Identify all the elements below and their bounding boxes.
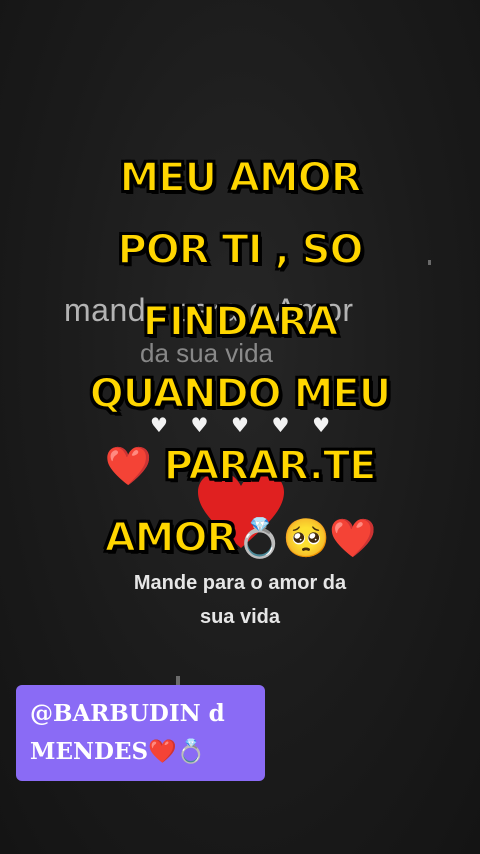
headline-line-2: POR TI , SO — [116, 226, 364, 274]
headline-line-5-text: PARAR.TE — [163, 442, 378, 490]
headline-line-6-text: AMOR — [104, 514, 239, 562]
headline-line-3: FINDARA — [142, 298, 340, 346]
send-caption-line-2: sua vida — [199, 606, 281, 628]
heart-emoji-icon: ❤️ — [328, 516, 376, 560]
send-caption: Mande para o amor da sua vida — [0, 566, 480, 634]
pleading-face-emoji-icon: 🥺 — [282, 516, 330, 560]
headline-line-6: AMOR💍🥺❤️ — [40, 502, 440, 574]
heart-emoji-icon: ❤️ — [104, 444, 152, 488]
username-tag[interactable]: @BARBUDIN d MENDES❤️💍 — [16, 685, 265, 781]
username-tag-name: MENDES — [30, 738, 149, 765]
heart-emoji-icon: ❤️ — [148, 738, 177, 765]
username-tag-line-2: MENDES❤️💍 — [30, 733, 251, 771]
headline-text: MEU AMOR POR TI , SO FINDARA QUANDO MEU … — [40, 142, 440, 574]
username-tag-line-1: @BARBUDIN d — [30, 700, 225, 727]
headline-line-1: MEU AMOR — [118, 154, 362, 202]
ring-emoji-icon: 💍 — [236, 516, 283, 560]
headline-line-5: ❤️ PARAR.TE — [40, 430, 440, 502]
ring-emoji-icon: 💍 — [176, 738, 206, 765]
headline-line-4: QUANDO MEU — [89, 370, 392, 418]
